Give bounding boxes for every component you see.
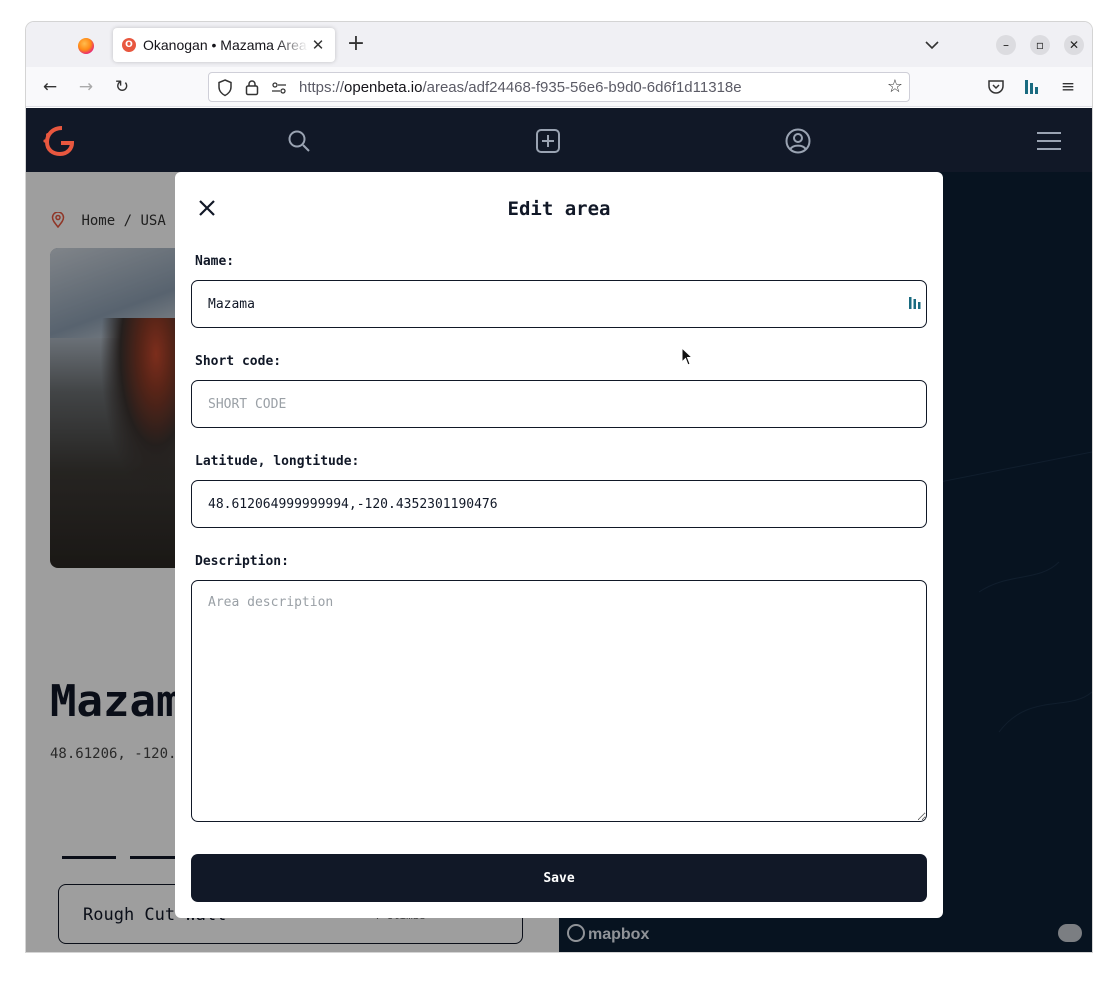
navigation-toolbar: ← → ↻ https://openbeta.io/areas/adf24468… (26, 67, 1092, 107)
tab-title: Okanogan • Mazama Area (143, 37, 307, 53)
url-scheme: https:// (299, 79, 345, 96)
pocket-icon[interactable] (987, 78, 1005, 96)
password-manager-icon[interactable] (909, 296, 921, 310)
forward-arrow-icon[interactable]: → (76, 77, 96, 97)
maximize-icon[interactable]: ▫ (1030, 35, 1050, 55)
search-icon[interactable] (286, 128, 312, 154)
short-code-label: Short code: (195, 354, 282, 369)
url-path: /areas/adf24468-f935-56e6-b9d0-6d6f1d113… (422, 79, 742, 96)
chevron-down-icon[interactable] (921, 34, 943, 56)
edit-area-dialog: Edit area Name: Short code: Latitude, lo… (175, 172, 943, 918)
menu-icon[interactable] (1036, 128, 1062, 154)
dialog-title: Edit area (507, 198, 611, 220)
lock-icon[interactable] (245, 79, 259, 96)
tab-strip: O Okanogan • Mazama Area ✕ + – ▫ ✕ (26, 22, 1092, 67)
add-icon[interactable] (535, 128, 561, 154)
firefox-view-icon[interactable] (78, 38, 94, 54)
web-page: Home / USA / Mazam 48.61206, -120. Rough… (26, 108, 1092, 952)
url-bar[interactable]: https://openbeta.io/areas/adf24468-f935-… (208, 72, 910, 102)
save-button[interactable]: Save (191, 854, 927, 902)
new-tab-icon[interactable]: + (344, 32, 368, 56)
bookmark-star-icon[interactable]: ☆ (887, 76, 903, 97)
openbeta-logo-icon[interactable] (42, 126, 76, 156)
latlng-label: Latitude, longtitude: (195, 454, 360, 469)
url-text[interactable]: https://openbeta.io/areas/adf24468-f935-… (299, 79, 742, 96)
extension-icon[interactable] (1024, 78, 1038, 96)
browser-tab[interactable]: O Okanogan • Mazama Area ✕ (113, 28, 335, 62)
reload-icon[interactable]: ↻ (112, 77, 132, 97)
site-header (26, 108, 1092, 172)
back-arrow-icon[interactable]: ← (40, 77, 60, 97)
name-input[interactable] (191, 280, 927, 328)
minimize-icon[interactable]: – (996, 35, 1016, 55)
close-window-icon[interactable]: ✕ (1064, 35, 1084, 55)
openbeta-favicon-icon: O (122, 38, 136, 52)
short-code-input[interactable] (191, 380, 927, 428)
name-label: Name: (195, 254, 235, 269)
shield-icon[interactable] (217, 79, 233, 97)
mouse-pointer-icon (681, 347, 693, 366)
browser-window: O Okanogan • Mazama Area ✕ + – ▫ ✕ ← → ↻… (26, 22, 1092, 952)
description-label: Description: (195, 554, 289, 569)
description-textarea[interactable] (191, 580, 927, 822)
user-account-icon[interactable] (785, 128, 811, 154)
url-host: openbeta.io (344, 79, 423, 96)
hamburger-menu-icon[interactable]: ≡ (1058, 77, 1078, 97)
site-permissions-icon[interactable] (271, 80, 287, 96)
latlng-input[interactable] (191, 480, 927, 528)
tab-close-icon[interactable]: ✕ (309, 36, 327, 54)
